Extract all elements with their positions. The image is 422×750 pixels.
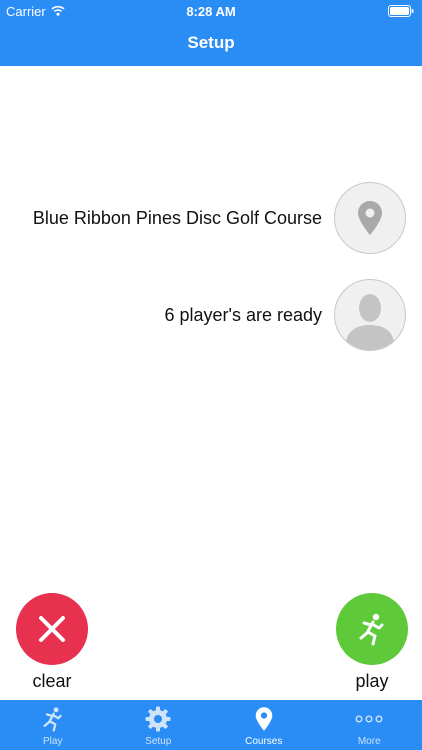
course-name: Blue Ribbon Pines Disc Golf Course (32, 207, 322, 228)
gear-icon (145, 706, 171, 731)
players-status: 6 player's are ready (164, 304, 322, 325)
tab-more[interactable]: More (317, 700, 422, 750)
tab-bar: Play Setup Courses More (0, 700, 422, 750)
play-action: play (336, 593, 408, 692)
more-dots-icon (355, 715, 383, 722)
tab-play-label: Play (43, 736, 63, 747)
clear-action: clear (16, 593, 88, 692)
tab-play[interactable]: Play (0, 700, 106, 750)
tab-courses-label: Courses (245, 736, 283, 747)
status-bar: Carrier 8:28 AM (0, 3, 422, 21)
page-title: Setup (187, 33, 235, 52)
clear-label: clear (32, 671, 72, 691)
location-pin-icon (255, 706, 273, 731)
tab-more-label: More (357, 736, 381, 747)
players-row[interactable]: 6 player's are ready (164, 279, 406, 351)
x-icon (39, 616, 65, 642)
top-bar: Carrier 8:28 AM Setup (0, 0, 422, 66)
clock: 8:28 AM (186, 4, 236, 19)
runner-icon (43, 706, 62, 732)
tab-setup-label: Setup (145, 736, 172, 747)
person-silhouette-icon (345, 294, 395, 350)
runner-icon (359, 613, 384, 646)
tab-setup[interactable]: Setup (106, 700, 212, 750)
play-label: play (355, 671, 389, 691)
play-button[interactable] (336, 593, 408, 665)
course-location-button[interactable] (334, 182, 406, 254)
tab-courses[interactable]: Courses (211, 700, 317, 750)
battery-icon (388, 5, 414, 17)
clear-button[interactable] (16, 593, 88, 665)
course-row[interactable]: Blue Ribbon Pines Disc Golf Course (33, 182, 406, 254)
players-button[interactable] (334, 279, 406, 351)
location-pin-icon (358, 201, 382, 235)
